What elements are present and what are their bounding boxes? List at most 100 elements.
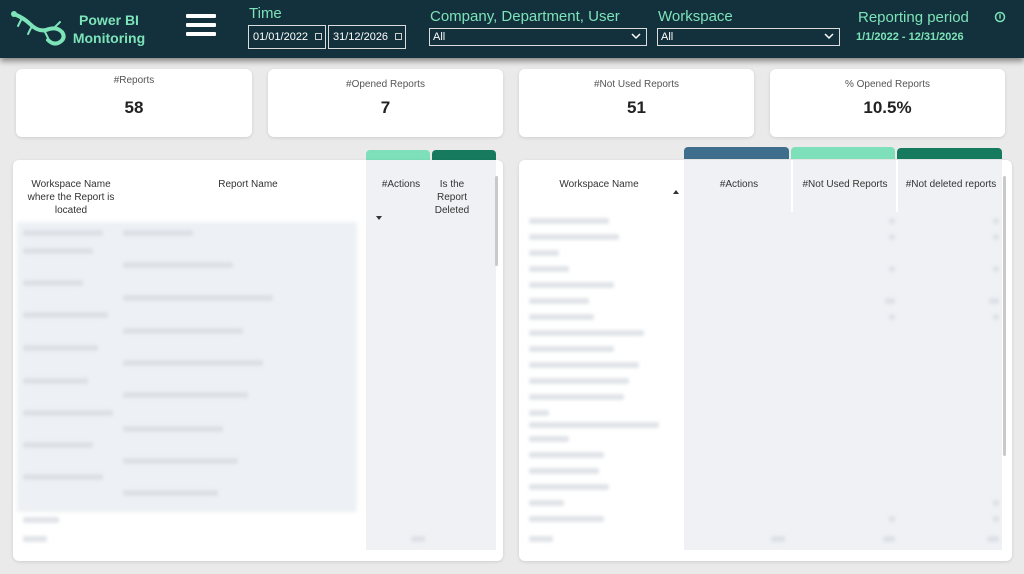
table-row[interactable] — [123, 426, 223, 432]
cell-value — [889, 218, 895, 224]
table-row[interactable] — [529, 298, 589, 304]
table-row[interactable] — [123, 360, 263, 366]
date-to-input[interactable]: 31/12/2026 — [328, 25, 406, 49]
total-row — [529, 536, 553, 542]
highlight-columns-bg — [684, 160, 1002, 550]
cell-value — [993, 314, 999, 320]
table-row[interactable] — [123, 230, 193, 236]
kpi-label: % Opened Reports — [844, 79, 931, 90]
workspace-summary-table: Workspace Name #Actions #Not Used Report… — [519, 160, 1012, 561]
company-filter-label: Company, Department, User — [430, 8, 620, 25]
column-header-report-name[interactable]: Report Name — [183, 178, 313, 191]
table-row[interactable] — [23, 474, 103, 480]
total-value — [771, 536, 785, 542]
column-tab-mint — [791, 147, 895, 159]
table-row[interactable] — [529, 378, 629, 384]
lizard-logo-icon — [11, 11, 66, 46]
table-row[interactable] — [23, 280, 83, 286]
column-header-workspace-name[interactable]: Workspace Name — [539, 178, 659, 191]
cell-value — [889, 314, 895, 320]
table-row[interactable] — [529, 362, 639, 368]
company-dropdown[interactable]: All — [429, 28, 647, 46]
kpi-card-not-used-reports: #Not Used Reports 51 — [519, 69, 754, 137]
table-row[interactable] — [529, 330, 644, 336]
table-row[interactable] — [123, 328, 243, 334]
column-header-actions[interactable]: #Actions — [689, 178, 789, 191]
cell-value — [993, 266, 999, 272]
kpi-value: 10.5% — [863, 98, 912, 117]
date-to-value: 31/12/2026 — [333, 31, 389, 43]
kpi-card-opened-percent: % Opened Reports 10.5% — [770, 69, 1005, 137]
date-from-input[interactable]: 01/01/2022 — [248, 25, 326, 49]
total-value — [987, 536, 999, 542]
info-icon[interactable] — [994, 11, 1006, 23]
table-row[interactable] — [123, 392, 248, 398]
table-row[interactable] — [123, 490, 218, 496]
table-row[interactable] — [123, 295, 273, 301]
table-row[interactable] — [529, 234, 619, 240]
column-header-is-deleted[interactable]: Is the Report Deleted — [431, 178, 473, 217]
calendar-icon[interactable] — [315, 33, 322, 40]
chevron-down-icon — [824, 33, 834, 40]
cell-value — [889, 266, 895, 272]
table-row[interactable] — [529, 218, 609, 224]
table-row[interactable] — [529, 468, 599, 474]
table-row[interactable] — [23, 410, 113, 416]
table-row[interactable] — [23, 230, 103, 236]
kpi-value: 58 — [124, 98, 144, 117]
table-row[interactable] — [123, 458, 238, 464]
kpi-label: #Not Used Reports — [593, 79, 680, 90]
table-row[interactable] — [529, 516, 604, 522]
sort-descending-icon[interactable] — [376, 216, 382, 220]
table-row[interactable] — [529, 484, 609, 490]
kpi-card-opened-reports: #Opened Reports 7 — [268, 69, 503, 137]
cell-value — [993, 500, 999, 506]
workspace-dropdown[interactable]: All — [657, 28, 840, 46]
table-row[interactable] — [529, 346, 614, 352]
chevron-down-icon — [631, 33, 641, 40]
column-tab-steel-blue — [684, 147, 789, 159]
cell-value — [889, 234, 895, 240]
total-value — [411, 536, 425, 542]
company-dropdown-value: All — [433, 31, 446, 43]
table-row[interactable] — [529, 436, 569, 442]
vertical-scrollbar[interactable] — [1003, 176, 1006, 456]
calendar-icon[interactable] — [395, 33, 402, 40]
table-row[interactable] — [529, 410, 549, 416]
vertical-scrollbar[interactable] — [495, 176, 498, 266]
column-header-workspace-name[interactable]: Workspace Name where the Report is locat… — [21, 178, 121, 217]
table-row[interactable] — [529, 394, 624, 400]
time-filter-label: Time — [249, 5, 282, 22]
table-row[interactable] — [123, 262, 233, 268]
kpi-value: 7 — [380, 98, 391, 117]
cell-value — [993, 218, 999, 224]
total-row — [23, 536, 47, 542]
table-row[interactable] — [529, 266, 569, 272]
table-row[interactable] — [529, 500, 564, 506]
table-row[interactable] — [23, 378, 88, 384]
table-row[interactable] — [529, 250, 559, 256]
cell-value — [989, 298, 999, 304]
top-header: Power BI Monitoring Time 01/01/2022 31/1… — [0, 0, 1024, 58]
reporting-period-value: 1/1/2022 - 12/31/2026 — [856, 31, 964, 43]
table-row[interactable] — [529, 282, 614, 288]
menu-hamburger-icon[interactable] — [186, 14, 216, 38]
table-row[interactable] — [529, 452, 604, 458]
table-row[interactable] — [23, 517, 59, 523]
table-row[interactable] — [529, 422, 659, 428]
kpi-label: #Opened Reports — [346, 79, 425, 90]
table-row[interactable] — [23, 248, 93, 254]
column-tab-dark-green — [897, 148, 1002, 159]
highlight-columns-bg — [366, 160, 496, 550]
table-row[interactable] — [23, 442, 93, 448]
cell-value — [993, 234, 999, 240]
sort-ascending-icon[interactable] — [673, 190, 679, 194]
table-row[interactable] — [23, 312, 108, 318]
workspace-dropdown-value: All — [661, 31, 674, 43]
column-header-actions[interactable]: #Actions — [373, 178, 429, 191]
table-row[interactable] — [529, 314, 594, 320]
column-header-not-deleted-reports[interactable]: #Not deleted reports — [900, 178, 1002, 191]
column-header-not-used-reports[interactable]: #Not Used Reports — [795, 178, 895, 191]
table-row[interactable] — [23, 345, 98, 351]
cell-value — [885, 298, 895, 304]
